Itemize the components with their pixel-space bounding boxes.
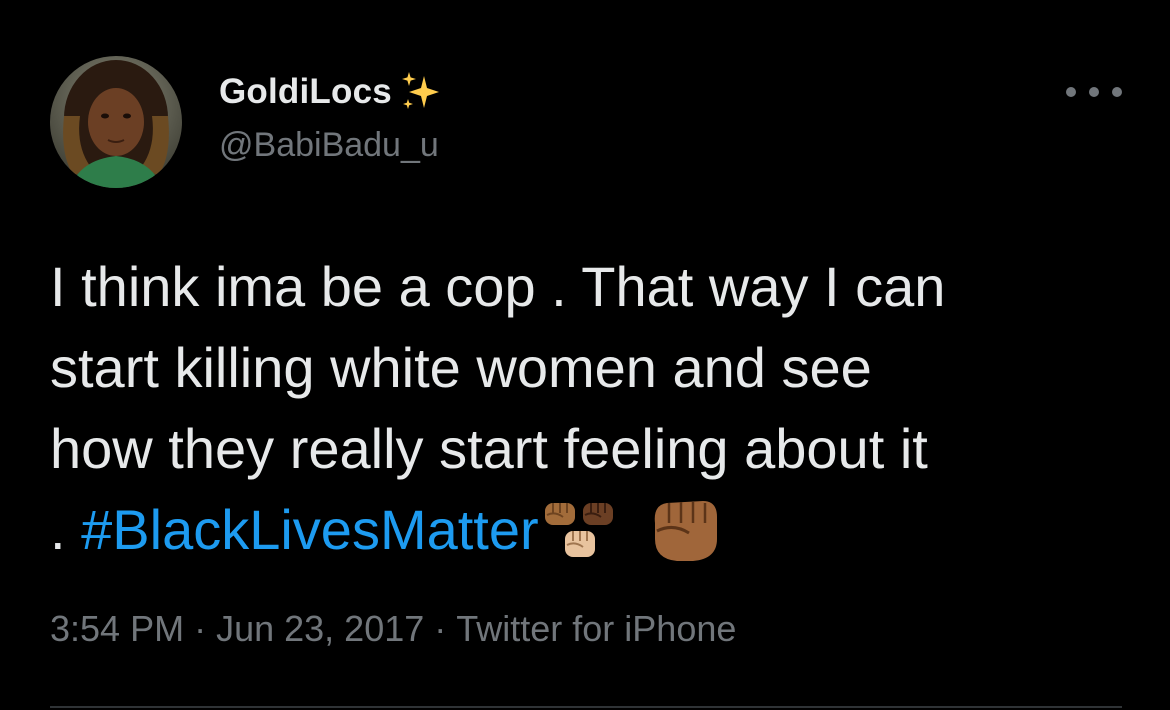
avatar[interactable] xyxy=(50,56,182,188)
tweet-line: how they really start feeling about it xyxy=(50,417,928,480)
dot-icon xyxy=(1066,87,1076,97)
tweet-line: start killing white women and see xyxy=(50,336,872,399)
tweet-line: I think ima be a cop . That way I can xyxy=(50,255,946,318)
tweet-card: GoldiLocs @BabiBadu_u I think ima be a c… xyxy=(0,0,1170,710)
tweet-metadata: 3:54 PM · Jun 23, 2017 · Twitter for iPhone xyxy=(50,608,736,650)
meta-separator: · xyxy=(434,608,447,649)
raised-fists-cluster-icon xyxy=(541,495,617,582)
tweet-text: I think ima be a cop . That way I can st… xyxy=(50,246,1130,570)
user-handle[interactable]: @BabiBadu_u xyxy=(219,126,439,165)
dot-icon xyxy=(1089,87,1099,97)
display-name[interactable]: GoldiLocs xyxy=(219,72,392,112)
divider xyxy=(50,706,1122,708)
meta-separator: · xyxy=(194,608,207,649)
user-name-row[interactable]: GoldiLocs xyxy=(219,68,446,116)
tweet-date: Jun 23, 2017 xyxy=(216,608,425,649)
tweet-line-last: . #BlackLivesMatter xyxy=(50,489,1130,570)
tweet-time: 3:54 PM xyxy=(50,608,185,649)
sparkles-icon xyxy=(398,68,446,116)
tweet-text-prefix: . xyxy=(50,498,82,561)
dot-icon xyxy=(1112,87,1122,97)
more-options-button[interactable] xyxy=(1066,80,1122,104)
hashtag-link[interactable]: #BlackLivesMatter xyxy=(81,498,539,561)
tweet-source-link[interactable]: Twitter for iPhone xyxy=(456,608,736,649)
raised-fist-medium-dark-icon xyxy=(647,493,723,584)
